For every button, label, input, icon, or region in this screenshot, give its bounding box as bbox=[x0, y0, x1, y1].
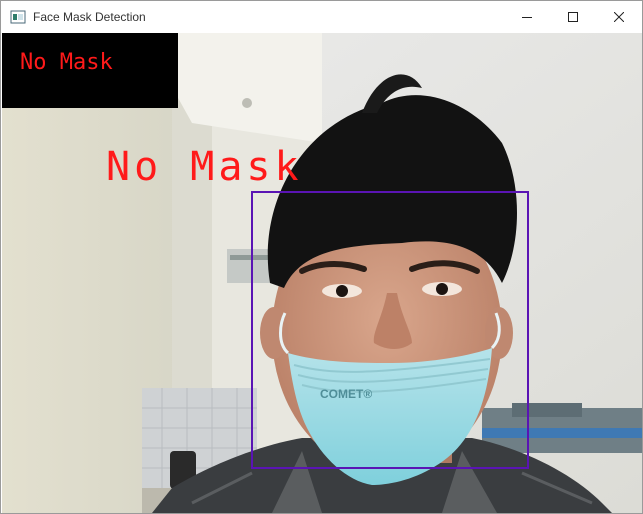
close-icon bbox=[614, 12, 624, 22]
title-bar[interactable]: Face Mask Detection bbox=[1, 1, 642, 33]
app-icon bbox=[10, 10, 26, 24]
app-window: Face Mask Detection COMET® No Mask No Ma… bbox=[0, 0, 643, 514]
minimize-icon bbox=[522, 17, 532, 18]
window-controls bbox=[504, 1, 642, 33]
minimize-button[interactable] bbox=[504, 1, 550, 33]
status-panel: No Mask bbox=[2, 33, 178, 108]
maximize-button[interactable] bbox=[550, 1, 596, 33]
window-title: Face Mask Detection bbox=[33, 10, 146, 24]
maximize-icon bbox=[568, 12, 578, 22]
close-button[interactable] bbox=[596, 1, 642, 33]
status-label: No Mask bbox=[20, 50, 113, 75]
face-detection-label: No Mask bbox=[106, 144, 303, 190]
face-bounding-box bbox=[251, 191, 529, 469]
